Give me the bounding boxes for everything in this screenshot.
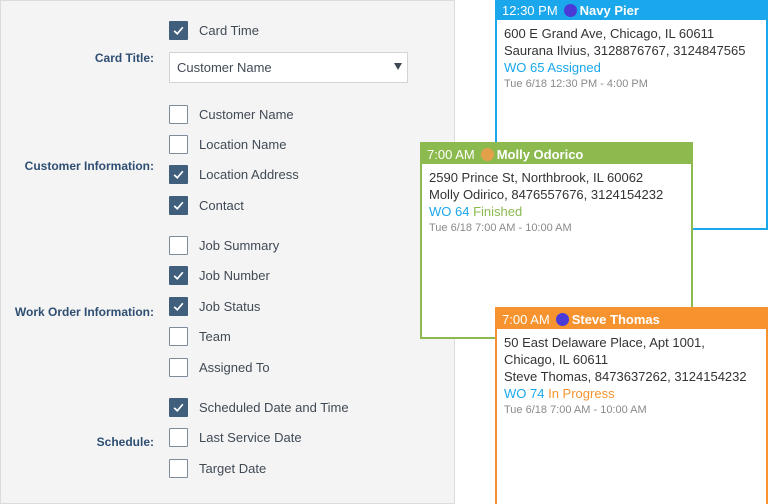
location-name-label: Location Name: [199, 136, 287, 152]
status-dot-icon: [563, 3, 577, 17]
scheduled-date-time-label: Scheduled Date and Time: [199, 399, 349, 415]
card-time: 12:30 PM: [502, 2, 558, 18]
card-body: 2590 Prince St, Northbrook, IL 60062 Mol…: [422, 164, 691, 236]
card-title-label: Card Title:: [94, 51, 154, 65]
card-address-line2: Chicago, IL 60611: [504, 352, 609, 367]
card-time-checkbox[interactable]: [169, 20, 188, 40]
job-status-checkbox[interactable]: [169, 296, 188, 316]
card-header: 12:30 PM Navy Pier: [497, 0, 766, 20]
card-settings-panel: Card Time Card Title: Customer Name Cust…: [0, 0, 455, 504]
card-time: 7:00 AM: [502, 311, 550, 327]
card-schedule: Tue 6/18 7:00 AM - 10:00 AM: [504, 404, 647, 416]
contact-label: Contact: [199, 197, 244, 213]
assigned-to-label: Assigned To: [199, 359, 270, 375]
wo-number[interactable]: WO 74: [504, 386, 544, 401]
contact-option[interactable]: Contact: [169, 195, 244, 215]
card-address: 600 E Grand Ave, Chicago, IL 60611: [504, 26, 715, 41]
card-header: 7:00 AM Steve Thomas: [497, 309, 766, 329]
checkmark-icon: [173, 26, 184, 35]
last-service-date-option[interactable]: Last Service Date: [169, 427, 302, 447]
contact-checkbox[interactable]: [169, 195, 188, 215]
card-title-select[interactable]: Customer Name: [169, 52, 408, 83]
card-time-option[interactable]: Card Time: [169, 20, 259, 40]
scheduled-date-time-checkbox[interactable]: [169, 397, 188, 417]
wo-status: Assigned: [547, 60, 601, 75]
card-contact: Steve Thomas, 8473637262, 3124154232: [504, 369, 747, 384]
customer-name-label: Customer Name: [199, 106, 294, 122]
customer-name-checkbox[interactable]: [169, 104, 188, 124]
checkmark-icon: [173, 302, 184, 311]
checkmark-icon: [173, 271, 184, 280]
customer-name-option[interactable]: Customer Name: [169, 104, 294, 124]
card-contact: Molly Odirico, 8476557676, 3124154232: [429, 187, 664, 202]
wo-status: In Progress: [548, 386, 615, 401]
card-work-order: WO 64 Finished: [429, 203, 684, 220]
card-time: 7:00 AM: [427, 146, 475, 162]
team-label: Team: [199, 328, 231, 344]
job-number-checkbox[interactable]: [169, 265, 188, 285]
target-date-option[interactable]: Target Date: [169, 458, 266, 478]
wo-number[interactable]: WO 64: [429, 204, 469, 219]
job-number-label: Job Number: [199, 267, 270, 283]
team-checkbox[interactable]: [169, 326, 188, 346]
card-time-label: Card Time: [199, 22, 259, 38]
card-schedule: Tue 6/18 12:30 PM - 4:00 PM: [504, 78, 648, 90]
card-contact: Saurana Ilvius, 3128876767, 3124847565: [504, 43, 746, 58]
work-order-information-label: Work Order Information:: [14, 305, 154, 319]
checkmark-icon: [173, 201, 184, 210]
location-name-checkbox[interactable]: [169, 134, 188, 154]
checkmark-icon: [173, 170, 184, 179]
assigned-to-option[interactable]: Assigned To: [169, 357, 270, 377]
team-option[interactable]: Team: [169, 326, 231, 346]
card-title: Steve Thomas: [571, 311, 660, 327]
caret-down-icon: [394, 63, 402, 70]
target-date-label: Target Date: [199, 460, 267, 476]
job-summary-option[interactable]: Job Summary: [169, 235, 279, 255]
card-header: 7:00 AM Molly Odorico: [422, 144, 691, 164]
location-address-label: Location Address: [199, 166, 299, 182]
scheduled-date-time-option[interactable]: Scheduled Date and Time: [169, 397, 349, 417]
location-address-option[interactable]: Location Address: [169, 164, 299, 184]
customer-information-label: Customer Information:: [24, 159, 154, 173]
location-address-checkbox[interactable]: [169, 164, 188, 184]
card-schedule: Tue 6/18 7:00 AM - 10:00 AM: [429, 222, 572, 234]
checkmark-icon: [173, 403, 184, 412]
job-number-option[interactable]: Job Number: [169, 265, 270, 285]
status-dot-icon: [480, 147, 494, 161]
assigned-to-checkbox[interactable]: [169, 357, 188, 377]
card-work-order: WO 65 Assigned: [504, 59, 759, 76]
card-address-line1: 50 East Delaware Place, Apt 1001,: [504, 335, 705, 350]
card-title: Navy Pier: [579, 2, 639, 18]
last-service-date-label: Last Service Date: [199, 429, 302, 445]
card-work-order: WO 74 In Progress: [504, 385, 759, 402]
card-body: 600 E Grand Ave, Chicago, IL 60611 Saura…: [497, 20, 766, 92]
location-name-option[interactable]: Location Name: [169, 134, 286, 154]
wo-status: Finished: [473, 204, 523, 219]
target-date-checkbox[interactable]: [169, 458, 188, 478]
card-title: Molly Odorico: [496, 146, 584, 162]
wo-number[interactable]: WO 65: [504, 60, 544, 75]
card-title-value: Customer Name: [177, 60, 272, 75]
job-summary-checkbox[interactable]: [169, 235, 188, 255]
card-address: 2590 Prince St, Northbrook, IL 60062: [429, 170, 644, 185]
work-order-card-steve-thomas[interactable]: 7:00 AM Steve Thomas 50 East Delaware Pl…: [495, 307, 768, 504]
card-body: 50 East Delaware Place, Apt 1001, Chicag…: [497, 329, 766, 418]
job-status-label: Job Status: [199, 298, 261, 314]
last-service-date-checkbox[interactable]: [169, 427, 188, 447]
schedule-label: Schedule:: [96, 435, 154, 449]
job-summary-label: Job Summary: [199, 237, 280, 253]
job-status-option[interactable]: Job Status: [169, 296, 260, 316]
status-dot-icon: [555, 312, 569, 326]
